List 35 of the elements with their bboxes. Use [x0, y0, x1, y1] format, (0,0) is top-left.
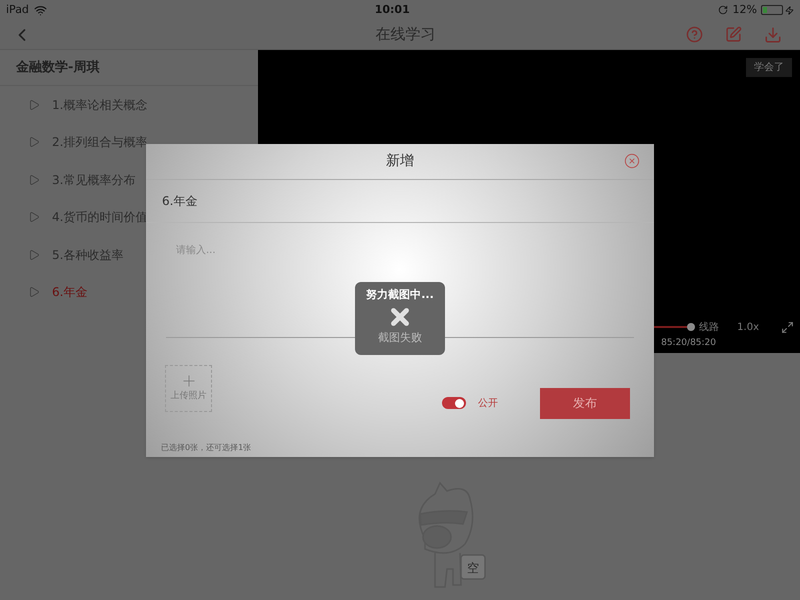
battery-percent: 12%	[732, 2, 757, 18]
public-label: 公开	[478, 396, 498, 410]
line-button[interactable]: 线路	[699, 320, 720, 334]
play-icon	[28, 211, 40, 224]
lesson-item[interactable]: 1.概率论相关概念	[0, 86, 258, 124]
lesson-name: 6.年金	[162, 192, 198, 210]
help-icon[interactable]	[686, 26, 703, 43]
play-icon	[28, 248, 40, 261]
wifi-icon	[34, 4, 47, 16]
play-icon	[28, 98, 40, 111]
device-name: iPad	[6, 2, 29, 18]
play-icon	[28, 286, 40, 298]
publish-button[interactable]: 发布	[540, 388, 630, 418]
page-title: 在线学习	[374, 24, 436, 46]
dialog-title: 新增	[386, 152, 414, 171]
download-icon[interactable]	[764, 26, 782, 44]
toast-title: 努力截图中...	[366, 287, 434, 303]
public-toggle[interactable]	[442, 397, 466, 409]
charging-icon	[784, 6, 794, 14]
video-time: 85:20/85:20	[661, 336, 716, 350]
status-time: 10:01	[374, 2, 410, 18]
play-icon	[28, 136, 40, 148]
play-icon	[28, 174, 40, 186]
rotation-lock-icon	[718, 5, 728, 15]
fullscreen-icon[interactable]	[781, 320, 794, 334]
bag-label: 空	[467, 561, 479, 575]
learned-button[interactable]: 学会了	[746, 58, 792, 77]
battery-icon	[760, 5, 783, 15]
speed-button[interactable]: 1.0x	[737, 320, 759, 334]
close-button[interactable]	[624, 153, 640, 170]
edit-icon[interactable]	[725, 26, 742, 43]
lesson-item[interactable]: 2.排列组合与概率	[0, 124, 258, 161]
photo-count-hint: 已选择0张，还可选择1张	[161, 442, 252, 452]
progress-thumb[interactable]	[687, 322, 696, 330]
upload-photo-button[interactable]: 上传照片	[165, 364, 212, 412]
